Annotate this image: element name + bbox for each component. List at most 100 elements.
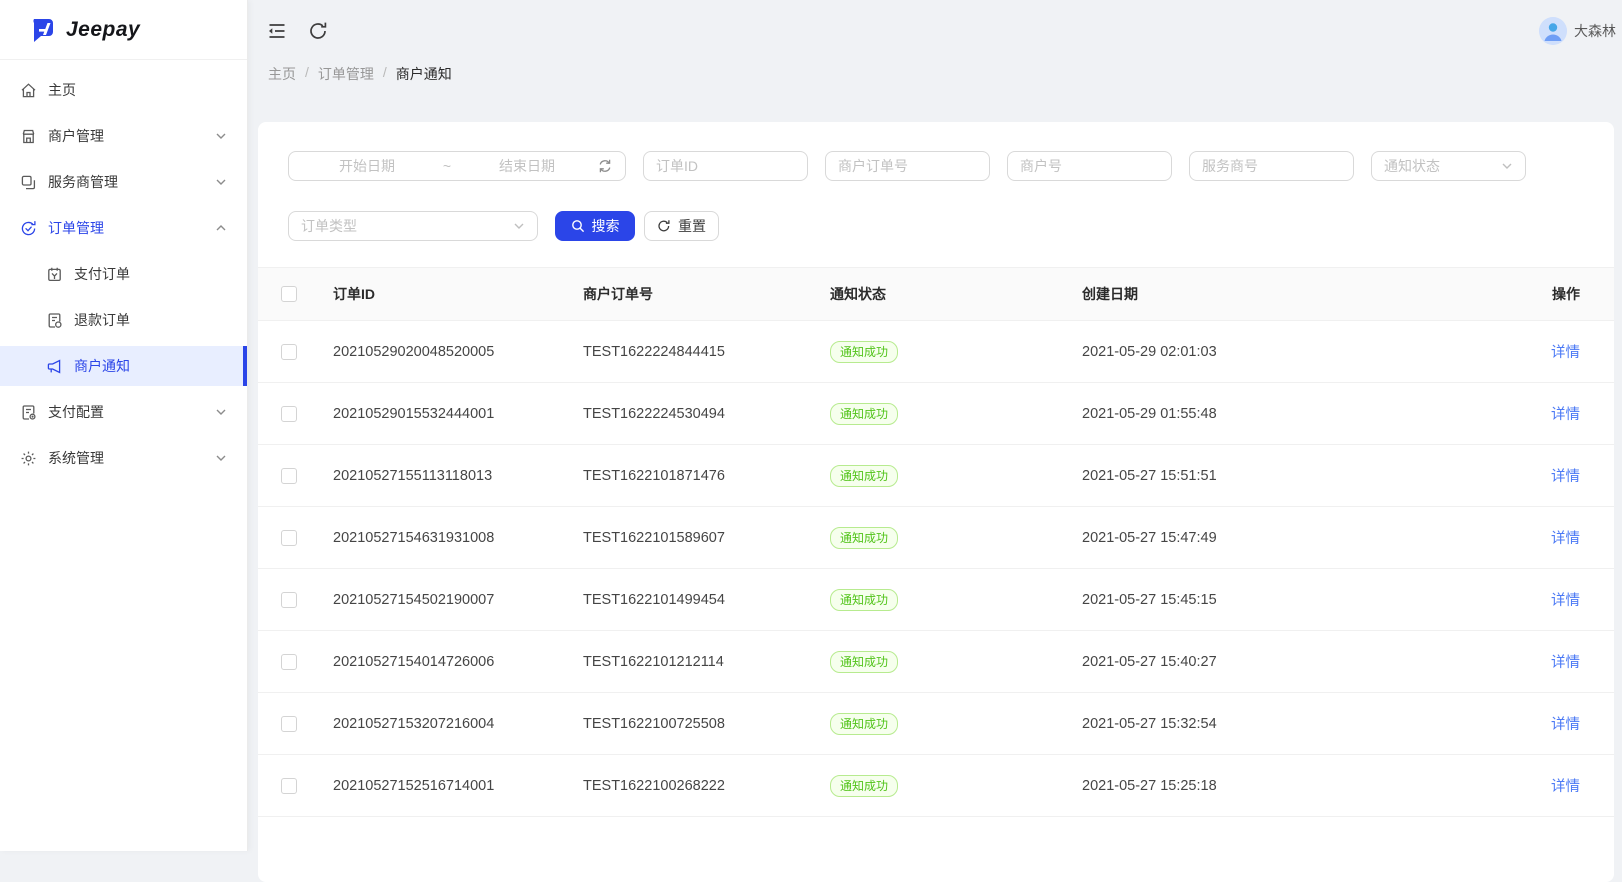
- cell-created: 2021-05-27 15:32:54: [1069, 692, 1494, 755]
- header-state: 通知状态: [817, 267, 1069, 321]
- avatar: [1539, 17, 1567, 45]
- table-row: 20210527154631931008 TEST1622101589607 通…: [258, 506, 1614, 569]
- date-end-input[interactable]: 结束日期: [461, 156, 593, 176]
- sidebar-item-refund-order[interactable]: 退款订单: [0, 300, 247, 340]
- username: 大森林: [1574, 23, 1616, 39]
- mch-order-no-input[interactable]: [826, 152, 989, 180]
- notify-state-select[interactable]: 通知状态: [1371, 151, 1526, 181]
- topbar: 大森林: [248, 0, 1622, 50]
- chevron-down-icon: [514, 223, 524, 229]
- user-menu[interactable]: 大森林: [1539, 17, 1618, 45]
- row-checkbox[interactable]: [281, 467, 297, 484]
- order-id-input[interactable]: [644, 152, 807, 180]
- main-area: 大森林 主页 / 订单管理 / 商户通知 开始日期 ~ 结束日期 订单ID 商户…: [248, 0, 1622, 882]
- filter-row-1: 开始日期 ~ 结束日期 通知状态: [288, 151, 1584, 181]
- status-badge: 通知成功: [830, 588, 899, 611]
- cell-order-id: 20210527152516714001: [320, 754, 570, 817]
- detail-link[interactable]: 详情: [1551, 531, 1580, 547]
- sidebar-item-label: 支付订单: [74, 266, 130, 282]
- cell-mch-order-no: TEST1622100268222: [570, 754, 817, 817]
- cell-mch-order-no: TEST1622100725508: [570, 692, 817, 755]
- detail-link[interactable]: 详情: [1551, 407, 1580, 423]
- pay-order-icon: [48, 267, 61, 281]
- header-ops: 操作: [1494, 267, 1614, 321]
- notify-state-value: 通知状态: [1384, 158, 1440, 174]
- isv-no-input[interactable]: [1190, 152, 1353, 180]
- content-card: 开始日期 ~ 结束日期 通知状态: [258, 122, 1614, 882]
- chevron-down-icon: [216, 179, 226, 185]
- table-row: 20210527155113118013 TEST1622101871476 通…: [258, 444, 1614, 507]
- brand-logo[interactable]: Jeepay: [0, 0, 247, 60]
- cell-created: 2021-05-29 02:01:03: [1069, 320, 1494, 383]
- table-header: 订单ID 商户订单号 通知状态 创建日期 操作: [258, 267, 1614, 321]
- chevron-down-icon: [216, 133, 226, 139]
- mch-order-no-field[interactable]: [825, 151, 990, 181]
- sidebar-item-pay-config[interactable]: 支付配置: [0, 392, 247, 432]
- header-mch-order-no: 商户订单号: [570, 267, 817, 321]
- chevron-down-icon: [1502, 163, 1512, 169]
- detail-link[interactable]: 详情: [1551, 655, 1580, 671]
- detail-link[interactable]: 详情: [1551, 469, 1580, 485]
- breadcrumb-separator: /: [305, 64, 309, 80]
- breadcrumb-item-home[interactable]: 主页: [268, 64, 296, 84]
- table-row: 20210529020048520005 TEST1622224844415 通…: [258, 320, 1614, 383]
- sidebar-item-label: 订单管理: [48, 220, 104, 236]
- home-icon: [21, 82, 36, 97]
- breadcrumb-item-current: 商户通知: [395, 66, 452, 82]
- cell-order-id: 20210529020048520005: [320, 320, 570, 383]
- status-badge: 通知成功: [830, 774, 899, 797]
- cell-mch-order-no: TEST1622101499454: [570, 568, 817, 631]
- date-range-picker[interactable]: 开始日期 ~ 结束日期: [288, 151, 626, 181]
- isv-no-field[interactable]: [1189, 151, 1354, 181]
- detail-link[interactable]: 详情: [1551, 779, 1580, 795]
- cell-created: 2021-05-27 15:25:18: [1069, 754, 1494, 817]
- cell-order-id: 20210527154014726006: [320, 630, 570, 693]
- breadcrumb-item-order-mgmt[interactable]: 订单管理: [318, 64, 374, 84]
- row-checkbox[interactable]: [281, 591, 297, 608]
- detail-link[interactable]: 详情: [1551, 593, 1580, 609]
- row-checkbox[interactable]: [281, 777, 297, 794]
- detail-link[interactable]: 详情: [1551, 717, 1580, 733]
- status-badge: 通知成功: [830, 650, 899, 673]
- order-id-field[interactable]: [643, 151, 808, 181]
- select-all-checkbox[interactable]: [281, 286, 297, 302]
- breadcrumb-separator: /: [382, 64, 387, 80]
- filter-panel: 开始日期 ~ 结束日期 通知状态: [258, 122, 1614, 267]
- header-order-id: 订单ID: [320, 267, 570, 321]
- sidebar-item-label: 商户管理: [48, 128, 104, 144]
- chevron-down-icon: [216, 455, 226, 461]
- sidebar-item-merchant-notify[interactable]: 商户通知: [0, 346, 247, 386]
- row-checkbox[interactable]: [281, 653, 297, 670]
- sidebar-item-merchant-mgmt[interactable]: 商户管理: [0, 116, 247, 156]
- search-icon: [571, 220, 584, 233]
- sidebar-item-home[interactable]: 主页: [0, 70, 247, 110]
- mch-no-field[interactable]: [1007, 151, 1172, 181]
- sidebar-item-label: 主页: [48, 82, 76, 98]
- sidebar-item-order-mgmt[interactable]: 订单管理: [0, 208, 247, 248]
- menu-fold-icon[interactable]: [266, 20, 288, 42]
- sidebar-item-isv-mgmt[interactable]: 服务商管理: [0, 162, 247, 202]
- mch-no-input[interactable]: [1008, 152, 1171, 180]
- cell-mch-order-no: TEST1622101212114: [570, 630, 817, 693]
- date-start-input[interactable]: 开始日期: [301, 156, 433, 176]
- row-checkbox[interactable]: [281, 715, 297, 732]
- reset-button[interactable]: 重置: [644, 211, 719, 241]
- sidebar-item-label: 退款订单: [74, 312, 130, 328]
- reload-icon: [658, 220, 670, 232]
- cell-order-id: 20210527154502190007: [320, 568, 570, 631]
- status-badge: 通知成功: [830, 340, 899, 363]
- setting-icon: [21, 451, 36, 465]
- cell-order-id: 20210527154631931008: [320, 506, 570, 569]
- row-checkbox[interactable]: [281, 405, 297, 422]
- detail-link[interactable]: 详情: [1551, 345, 1580, 361]
- transaction-icon: [21, 220, 36, 235]
- row-checkbox[interactable]: [281, 343, 297, 360]
- row-checkbox[interactable]: [281, 529, 297, 546]
- order-type-value: 订单类型: [301, 218, 357, 234]
- order-type-select[interactable]: 订单类型: [288, 211, 538, 241]
- filter-row-2: 订单类型 搜索 重置: [288, 211, 1584, 267]
- search-button[interactable]: 搜索: [555, 211, 635, 241]
- refresh-icon[interactable]: [307, 20, 329, 42]
- sidebar-item-system-mgmt[interactable]: 系统管理: [0, 438, 247, 478]
- sidebar-item-pay-order[interactable]: 支付订单: [0, 254, 247, 294]
